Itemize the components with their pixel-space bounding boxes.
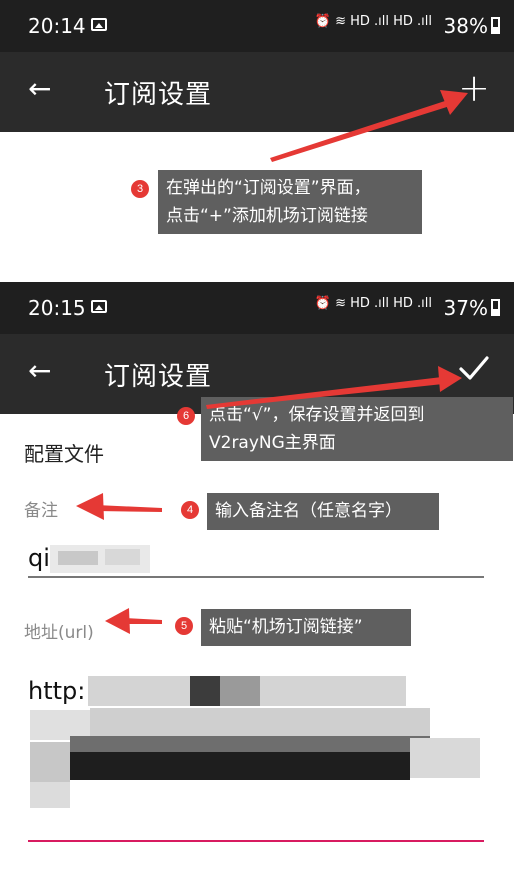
arrow-to-plus bbox=[270, 90, 468, 162]
arrow-to-url bbox=[105, 608, 162, 634]
arrow-to-remarks bbox=[76, 493, 162, 520]
arrow-to-check bbox=[206, 366, 462, 409]
annotation-arrows bbox=[76, 90, 468, 634]
